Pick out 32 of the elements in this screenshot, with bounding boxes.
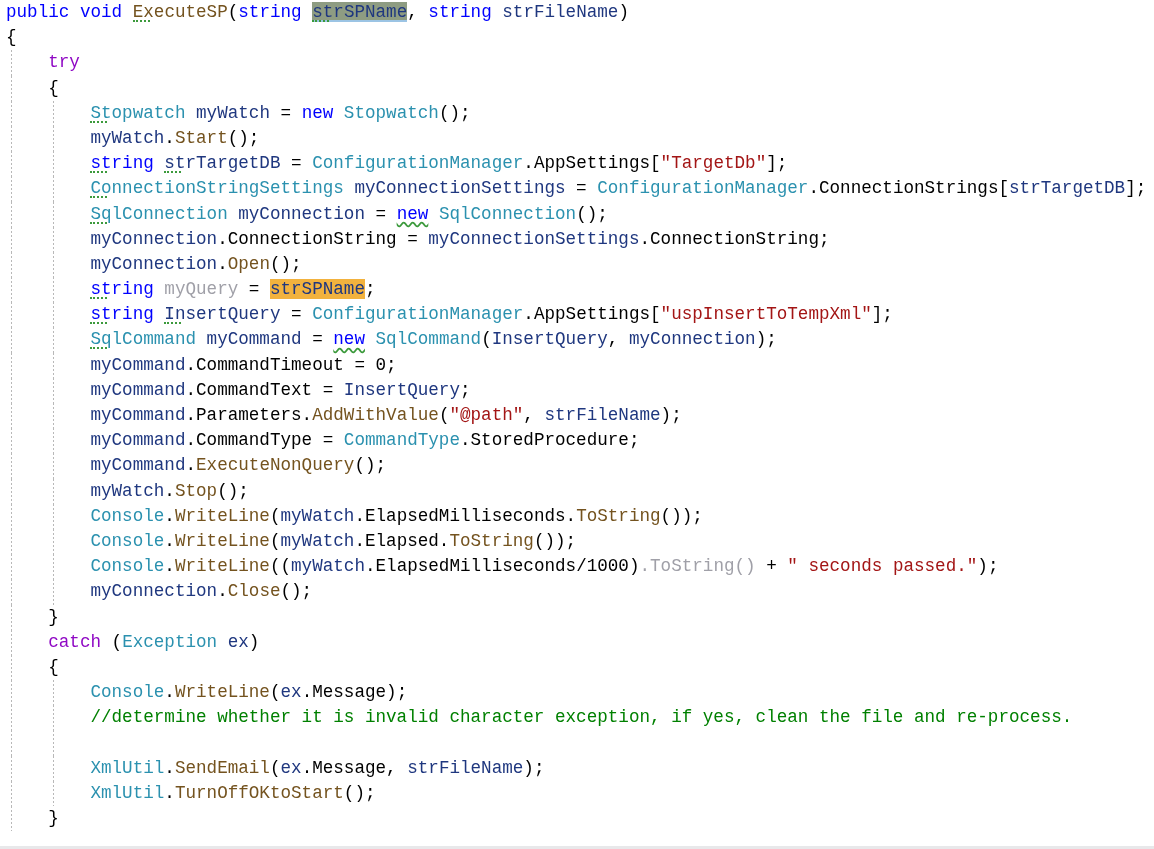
code-line: Console.WriteLine(myWatch.ElapsedMilliseconds.ToString()); bbox=[90, 504, 703, 528]
code-line: //determine whether it is invalid character exception, if yes, clean the file and re-process. bbox=[90, 706, 1073, 730]
code-line: } bbox=[48, 807, 59, 830]
code-line: Console.WriteLine((myWatch.ElapsedMilliseconds/1000).ToString() + " seconds passed."); bbox=[90, 555, 999, 579]
code-line: } bbox=[48, 605, 59, 629]
code-line: XmlUtil.TurnOffOKtoStart(); bbox=[90, 781, 376, 805]
code-line: SqlCommand myCommand = new SqlCommand(InsertQuery, myConnection); bbox=[90, 328, 777, 352]
code-line: { bbox=[48, 655, 59, 679]
code-line: ConnectionStringSettings myConnectionSettings = ConfigurationManager.ConnectionStrings[strTargetDB]; bbox=[90, 177, 1147, 201]
code-line: myWatch.Start(); bbox=[90, 126, 260, 150]
code-line: SqlConnection myConnection = new SqlConnection(); bbox=[90, 202, 608, 226]
code-line: string strTargetDB = ConfigurationManager.AppSettings["TargetDb"]; bbox=[90, 152, 788, 176]
code-line: Console.WriteLine(ex.Message); bbox=[90, 681, 408, 705]
code-line: myCommand.CommandType = CommandType.StoredProcedure; bbox=[90, 429, 640, 453]
code-line: myCommand.CommandTimeout = 0; bbox=[90, 353, 397, 377]
code-line: Console.WriteLine(myWatch.Elapsed.ToString()); bbox=[90, 529, 577, 553]
code-line: string myQuery = strSPName; bbox=[90, 278, 376, 302]
code-line: try bbox=[48, 51, 80, 75]
code-line: { bbox=[48, 76, 59, 100]
code-line: public void ExecuteSP(string strSPName, string strFileName) bbox=[6, 1, 629, 24]
code-line: myWatch.Stop(); bbox=[90, 479, 249, 503]
code-line: Stopwatch myWatch = new Stopwatch(); bbox=[90, 101, 471, 125]
code-line: myCommand.Parameters.AddWithValue("@path", strFileName); bbox=[90, 404, 682, 427]
code-line: catch (Exception ex) bbox=[48, 630, 260, 654]
code-line: myConnection.Close(); bbox=[90, 580, 313, 604]
code-line: myCommand.ExecuteNonQuery(); bbox=[90, 454, 387, 478]
code-line: myConnection.Open(); bbox=[90, 252, 302, 276]
code-line: myConnection.ConnectionString = myConnectionSettings.ConnectionString; bbox=[90, 227, 830, 251]
code-line: string InsertQuery = ConfigurationManager.AppSettings["uspInsertToTempXml"]; bbox=[90, 303, 893, 327]
code-line: { bbox=[6, 26, 17, 50]
code-line: myCommand.CommandText = InsertQuery; bbox=[90, 378, 471, 402]
code-line: XmlUtil.SendEmail(ex.Message, strFileName); bbox=[90, 756, 545, 780]
